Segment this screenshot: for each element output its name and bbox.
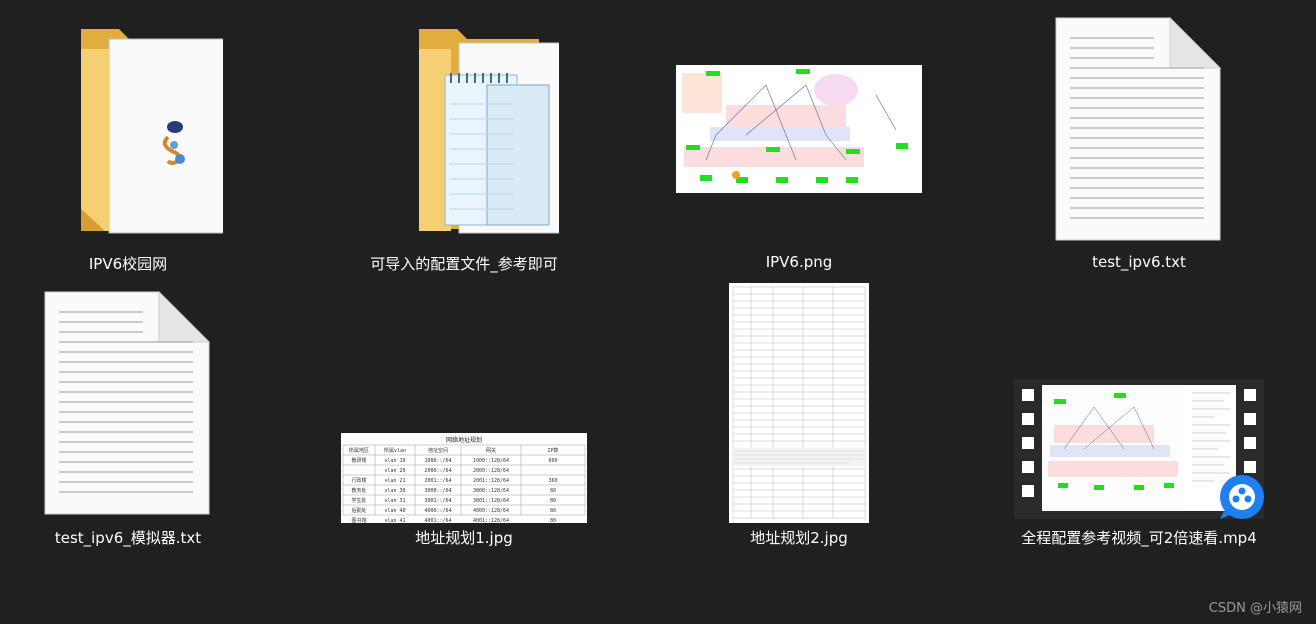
- table-cell: 80: [550, 498, 556, 504]
- folder-icon: [0, 10, 263, 248]
- table-cell: 4001::128/64: [473, 518, 509, 523]
- file-item-address-plan-2-jpg[interactable]: 地址规划2.jpg: [664, 283, 934, 554]
- table-cell: 360: [548, 478, 557, 484]
- file-item-address-plan-1-jpg[interactable]: 网络地址规划 所属地区 所属vlan 地址空间 网关 IP数教研楼 vlan 10 1000…: [329, 284, 599, 554]
- table-header-cell: 所属地区: [349, 447, 369, 454]
- table-cell: 2000::/64: [424, 468, 451, 474]
- table-cell: vlan 41: [384, 518, 405, 523]
- table-cell: 行政楼: [351, 477, 366, 484]
- table-cell: vlan 40: [384, 508, 405, 514]
- table-header-cell: IP数: [547, 447, 558, 454]
- table-header-cell: 地址空间: [428, 447, 448, 454]
- text-file-icon: [0, 284, 263, 522]
- file-item-folder-ipv6-campus[interactable]: IPV6校园网: [0, 10, 263, 280]
- file-item-video-mp4[interactable]: 全程配置参考视频_可2倍速看.mp4: [1004, 284, 1274, 554]
- file-item-folder-config[interactable]: 可导入的配置文件_参考即可: [329, 10, 599, 280]
- table-cell: 4000::128/64: [473, 508, 509, 514]
- file-name: IPV6.png: [765, 253, 833, 271]
- table-header-cell: 网关: [486, 447, 496, 454]
- table-cell: vlan 10: [384, 458, 405, 464]
- table-cell: vlan 31: [384, 498, 405, 504]
- table-cell: 80: [550, 518, 556, 523]
- table-cell: vlan 20: [384, 468, 405, 474]
- table-cell: 1000::128/64: [473, 458, 509, 464]
- image-thumbnail: 网络地址规划 所属地区 所属vlan 地址空间 网关 IP数教研楼 vlan 10 1000…: [329, 284, 599, 523]
- table-cell: 学生处: [351, 497, 366, 504]
- file-name: test_ipv6.txt: [1092, 253, 1186, 271]
- file-explorer-icon-view: IPV6校园网 可导入的配置文件_参考即可 IPV6.png test_ipv6…: [0, 0, 1316, 624]
- table-cell: 2000::128/64: [473, 468, 509, 474]
- table-cell: 2001::128/64: [473, 478, 509, 484]
- video-player-logo-icon: [1220, 475, 1264, 519]
- file-item-test-ipv6-simulator-txt[interactable]: test_ipv6_模拟器.txt: [0, 284, 263, 554]
- table-header-cell: 所属vlan: [384, 447, 406, 454]
- table-cell: 后勤处: [351, 507, 366, 514]
- table-cell: 4001::/64: [424, 518, 451, 523]
- table-cell: 2001::/64: [424, 478, 451, 484]
- table-cell: 教研楼: [351, 457, 366, 464]
- table-cell: 1000::/64: [424, 458, 451, 464]
- table-cell: 3000::/64: [424, 488, 451, 494]
- file-item-ipv6-png[interactable]: IPV6.png: [664, 10, 934, 280]
- table-title: 网络地址规划: [446, 436, 482, 444]
- table-cell: 3001::/64: [424, 498, 451, 504]
- image-thumbnail: [664, 10, 934, 248]
- text-file-icon: [1004, 10, 1274, 248]
- table-cell: 80: [550, 508, 556, 514]
- table-cell: 图书馆: [351, 517, 366, 523]
- table-cell: vlan 30: [384, 488, 405, 494]
- table-cell: vlan 21: [384, 478, 405, 484]
- table-cell: 3000::128/64: [473, 488, 509, 494]
- image-thumbnail: [664, 283, 934, 523]
- file-name: IPV6校园网: [88, 255, 168, 273]
- notepad-icon: [444, 73, 550, 226]
- table-cell: 80: [550, 488, 556, 494]
- file-name: 地址规划1.jpg: [415, 529, 513, 547]
- table-cell: 3001::128/64: [473, 498, 509, 504]
- table-cell: 4000::/64: [424, 508, 451, 514]
- file-name: test_ipv6_模拟器.txt: [54, 529, 202, 547]
- folder-icon: [329, 10, 599, 248]
- file-name: 可导入的配置文件_参考即可: [370, 255, 558, 273]
- file-name: 全程配置参考视频_可2倍速看.mp4: [1021, 529, 1257, 547]
- file-name: 地址规划2.jpg: [750, 529, 848, 547]
- table-cell: 教务处: [351, 487, 366, 494]
- watermark: CSDN @小猿网: [1208, 601, 1302, 616]
- table-cell: 600: [548, 458, 557, 464]
- file-item-test-ipv6-txt[interactable]: test_ipv6.txt: [1004, 10, 1274, 280]
- video-thumbnail: [1004, 284, 1274, 522]
